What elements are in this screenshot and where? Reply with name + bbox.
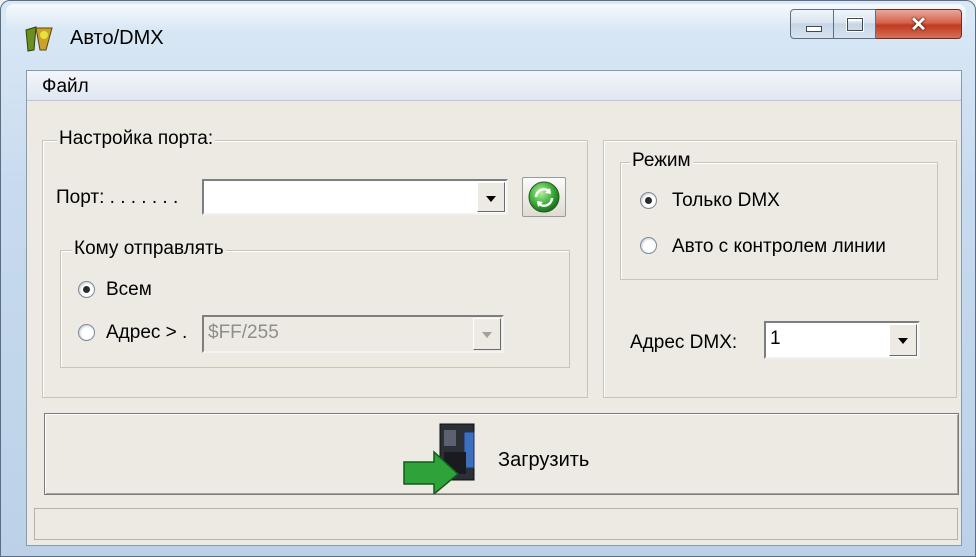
radio-dmx-only[interactable]: [640, 192, 657, 209]
menu-file[interactable]: Файл: [42, 76, 89, 98]
address-dropdown-button: [473, 318, 501, 350]
status-bar: [34, 508, 958, 540]
port-combobox[interactable]: [202, 179, 508, 215]
minimize-icon: [806, 26, 822, 32]
close-icon: ✕: [910, 14, 927, 36]
radio-all[interactable]: [78, 281, 95, 298]
radio-address-label[interactable]: Адрес > .: [106, 322, 187, 344]
upload-device-icon: [400, 418, 492, 496]
radio-auto-line[interactable]: [640, 237, 657, 254]
maximize-icon: [847, 18, 863, 31]
app-icon: [22, 24, 56, 54]
port-label: Порт: . . . . . . .: [56, 187, 179, 208]
radio-dmx-only-label[interactable]: Только DMX: [672, 190, 780, 212]
caption-buttons: ✕: [790, 9, 970, 43]
radio-auto-line-label[interactable]: Авто с контролем линии: [672, 236, 886, 258]
address-combobox: $FF/255: [202, 315, 504, 353]
recipient-legend: Кому отправлять: [72, 238, 226, 260]
dmx-address-label: Адрес DMX:: [630, 332, 738, 353]
port-settings-legend: Настройка порта:: [57, 128, 216, 150]
maximize-button[interactable]: [834, 9, 876, 39]
radio-address[interactable]: [78, 324, 95, 341]
mode-legend: Режим: [630, 150, 693, 172]
window-title: Авто/DMX: [70, 27, 164, 49]
radio-all-label[interactable]: Всем: [106, 279, 152, 301]
load-button-label: Загрузить: [498, 449, 590, 471]
dmx-address-dropdown-button[interactable]: [889, 324, 917, 356]
dmx-address-value: 1: [770, 328, 781, 349]
close-button[interactable]: ✕: [876, 9, 962, 39]
menu-bar: [27, 71, 961, 101]
refresh-icon: [528, 181, 560, 213]
address-value: $FF/255: [208, 322, 279, 343]
refresh-button[interactable]: [522, 177, 566, 217]
minimize-button[interactable]: [790, 9, 834, 39]
dmx-address-combobox[interactable]: 1: [764, 321, 920, 359]
mode-group: [620, 162, 938, 280]
port-dropdown-button[interactable]: [477, 182, 505, 212]
